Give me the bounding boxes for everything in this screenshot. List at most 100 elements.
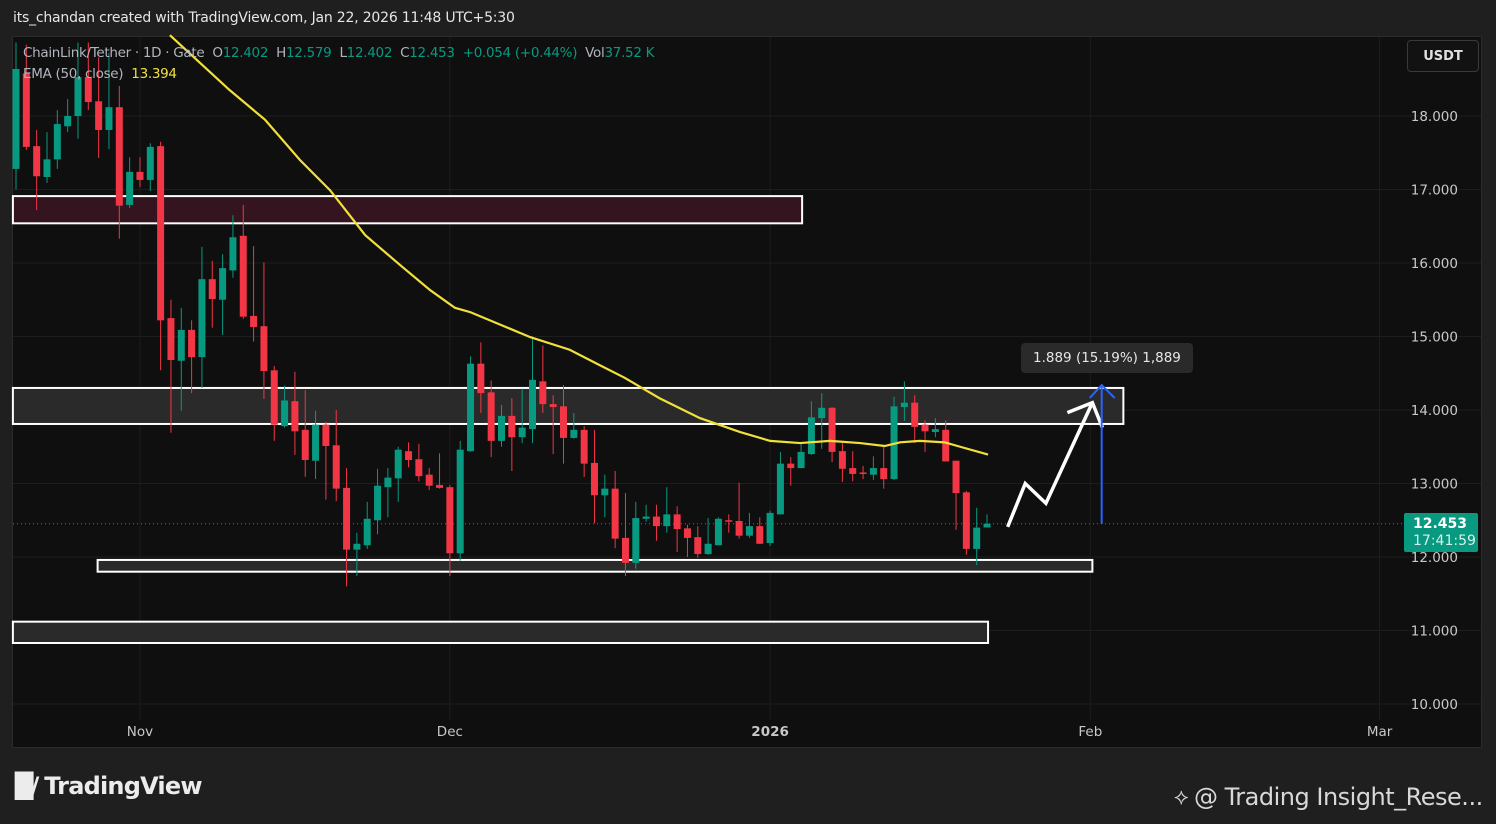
bar-countdown: 17:41:59 — [1413, 533, 1476, 549]
time-tick-label: Nov — [127, 724, 153, 740]
candle-body — [787, 463, 795, 469]
candle — [663, 487, 671, 533]
candle — [374, 468, 382, 535]
candle-body — [456, 449, 464, 554]
candle — [363, 501, 371, 549]
grid — [13, 37, 1481, 720]
currency-button[interactable]: USDT — [1407, 40, 1479, 72]
low-label: L — [339, 45, 347, 61]
candle-body — [652, 516, 660, 527]
candle-body — [859, 472, 867, 474]
measure-label: 1.889 (15.19%) 1,889 — [1021, 343, 1193, 373]
volume-label: Vol — [585, 45, 605, 61]
candle — [642, 504, 650, 522]
candle — [539, 345, 547, 413]
candle-body — [797, 451, 805, 469]
candle-body — [363, 518, 371, 546]
candle — [136, 157, 144, 188]
candle — [291, 371, 299, 455]
candle — [983, 514, 991, 528]
candle — [229, 215, 237, 278]
candle-body — [291, 401, 299, 432]
candle — [683, 524, 691, 557]
price-tick-label: 17.000 — [1411, 183, 1458, 199]
candle — [735, 482, 743, 539]
candle-body — [508, 415, 516, 438]
candle-body — [177, 329, 185, 361]
candle-body — [942, 429, 950, 462]
candle-body — [157, 146, 165, 321]
resistance-zone-mid — [11, 386, 1125, 425]
symbol-name: ChainLink/Tether · 1D · Gate — [23, 45, 205, 61]
last-price: 12.453 — [1413, 516, 1468, 532]
candle-body — [322, 424, 330, 447]
candle-body — [312, 424, 320, 461]
high-label: H — [276, 45, 286, 61]
candle — [869, 456, 877, 480]
candle-body — [642, 516, 650, 519]
candle-body — [208, 279, 216, 300]
candle-body — [776, 463, 784, 515]
candle-body — [570, 429, 578, 438]
candle — [198, 246, 206, 388]
candle-body — [146, 146, 154, 180]
time-tick-label: Mar — [1367, 724, 1393, 740]
candle — [973, 507, 981, 566]
candle — [787, 457, 795, 486]
candle-body — [590, 462, 598, 496]
close-value: 12.453 — [409, 45, 455, 61]
candle-body — [394, 449, 402, 479]
candle-body — [425, 474, 433, 486]
candle — [456, 440, 464, 561]
candle — [580, 426, 588, 477]
candle-body — [756, 526, 764, 544]
candle — [756, 517, 764, 544]
candle-body — [239, 235, 247, 317]
candle-body — [714, 518, 722, 546]
open-label: O — [212, 45, 223, 61]
candle-body — [74, 77, 82, 116]
candle — [250, 246, 258, 342]
time-axis: Nov Dec 2026 Feb Mar — [127, 724, 1393, 740]
watermark-text: @ Trading Insight_Rese... — [1194, 783, 1483, 811]
ema-legend[interactable]: EMA (50, close) 13.394 — [23, 66, 177, 82]
candle — [745, 512, 753, 538]
candle-body — [188, 329, 196, 358]
candle-body — [332, 445, 340, 489]
high-value: 12.579 — [286, 45, 332, 61]
tradingview-logo[interactable]: █∕ TradingView — [15, 772, 203, 800]
candle-body — [498, 415, 506, 441]
candle-body — [611, 488, 619, 539]
candle-body — [467, 363, 475, 452]
candle — [601, 474, 609, 518]
candle — [529, 336, 536, 444]
candle — [725, 514, 733, 533]
candle-body — [64, 116, 72, 127]
candle-body — [683, 528, 691, 538]
price-axis: 10.000 11.000 12.000 13.000 14.000 15.000 16.0… — [1411, 109, 1458, 713]
candle-body — [725, 520, 733, 522]
candle — [405, 442, 413, 468]
candlestick-chart[interactable]: 10.000 11.000 12.000 13.000 14.000 15.000 16.0… — [0, 0, 1496, 824]
logo-text: TradingView — [44, 772, 202, 800]
candle-body — [694, 537, 702, 555]
change-value: +0.054 (+0.44%) — [462, 45, 578, 61]
candle — [188, 320, 196, 394]
candle-body — [415, 459, 423, 477]
candle-body — [704, 543, 712, 555]
candle-body — [270, 370, 278, 425]
symbol-legend[interactable]: ChainLink/Tether · 1D · Gate O12.402 H12.… — [23, 45, 662, 61]
watermark: ⟡ @ Trading Insight_Rese... — [1174, 783, 1483, 811]
candle-body — [43, 159, 51, 178]
price-tick-label: 10.000 — [1411, 697, 1458, 713]
price-tick-label: 16.000 — [1411, 256, 1458, 272]
volume-value: 37.52 K — [604, 45, 655, 61]
candle-body — [487, 392, 495, 441]
candle-body — [766, 512, 774, 544]
tradingview-logo-icon: █∕ — [15, 772, 39, 800]
price-tick-label: 14.000 — [1411, 403, 1458, 419]
candle — [890, 396, 898, 480]
candle-body — [952, 460, 960, 494]
ema-value: 13.394 — [131, 66, 177, 82]
candle — [146, 143, 154, 191]
